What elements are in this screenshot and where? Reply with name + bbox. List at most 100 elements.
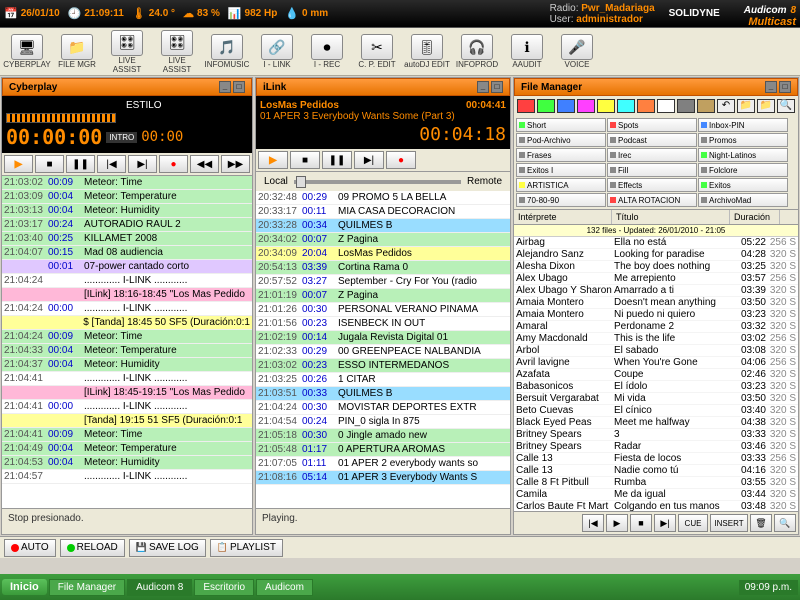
file-row[interactable]: Alesha DixonThe boy does nothing03:25320… [514,261,798,273]
category-fill[interactable]: Fill [607,163,697,177]
fm-tool-icon[interactable]: 🔍 [777,99,795,113]
category-frases[interactable]: Frases [516,148,606,162]
schedule-row[interactable]: 21:03:0900:04Meteor: Temperature [2,190,252,204]
schedule-row[interactable]: 21:04:0700:15Mad 08 audiencia [2,246,252,260]
file-row[interactable]: BabasonicosEl ídolo03:23320 S [514,381,798,393]
start-button[interactable]: Inicio [2,579,47,595]
color-swatch[interactable] [597,99,615,113]
schedule-row[interactable]: 21:03:4000:25KILLAMET 2008 [2,232,252,246]
tool-aaudit[interactable]: ℹAAUDIT [504,34,550,69]
file-row[interactable]: Carlos Baute Ft MartColgando en tus mano… [514,501,798,511]
playlist-row[interactable]: 21:03:5100:33QUILMES B [256,387,510,401]
tool-liveassist[interactable]: 🎛LIVE ASSIST [104,30,150,74]
max-button[interactable]: □ [233,81,245,93]
stop-button[interactable]: ■ [290,151,320,169]
max-button[interactable]: □ [779,81,791,93]
tool-autodjedit[interactable]: 🎚autoDJ EDIT [404,34,450,69]
category-spots[interactable]: Spots [607,118,697,132]
playlist-button[interactable]: 📋PLAYLIST [210,539,283,557]
rec-button[interactable]: ● [159,155,188,173]
category-folclore[interactable]: Folclore [698,163,788,177]
fm-prev-button[interactable]: |◀ [582,514,604,532]
playlist-row[interactable]: 21:03:2500:261 CITAR [256,373,510,387]
prev-button[interactable]: |◀ [97,155,126,173]
tool-infomusic[interactable]: 🎵INFOMUSIC [204,34,250,69]
playlist-row[interactable]: 21:07:0501:1101 APER 2 everybody wants s… [256,457,510,471]
color-swatch[interactable] [637,99,655,113]
file-row[interactable]: Calle 8 Ft PitbullRumba03:55320 S [514,477,798,489]
cue-button[interactable]: CUE [678,514,708,532]
schedule-row[interactable]: [ILink] 18:16-18:45 "Los Mas Pedido [2,288,252,302]
playlist-row[interactable]: 21:05:4801:170 APERTURA AROMAS [256,443,510,457]
taskbar-task[interactable]: Audicom 8 [127,579,192,596]
max-button[interactable]: □ [491,81,503,93]
tool-infoprod[interactable]: 🎧INFOPROD [454,34,500,69]
pause-button[interactable]: ❚❚ [322,151,352,169]
crossfade-slider[interactable]: Local Remote [256,172,510,191]
fm-tool-icon[interactable]: 📁 [737,99,755,113]
category-short[interactable]: Short [516,118,606,132]
playlist-row[interactable]: 21:08:1605:1401 APER 3 Everybody Wants S [256,471,510,485]
system-tray-clock[interactable]: 09:09 p.m. [739,580,798,595]
fm-next-button[interactable]: ▶| [654,514,676,532]
file-row[interactable]: Amaia MonteroNi puedo ni quiero03:23320 … [514,309,798,321]
tool-liveassist[interactable]: 🎛LIVE ASSIST [154,30,200,74]
file-row[interactable]: Alejandro SanzLooking for paradise04:283… [514,249,798,261]
color-swatch[interactable] [617,99,635,113]
pause-button[interactable]: ❚❚ [66,155,95,173]
tool-cyberplay[interactable]: 🖥CYBERPLAY [4,34,50,69]
file-row[interactable]: Bersuit VergarabatMi vida03:50320 S [514,393,798,405]
tool-filemgr[interactable]: 📁FILE MGR [54,34,100,69]
min-button[interactable]: _ [477,81,489,93]
min-button[interactable]: _ [219,81,231,93]
auto-button[interactable]: AUTO [4,539,56,557]
playlist-row[interactable]: 20:34:0200:07Z Pagina [256,233,510,247]
fm-stop-button[interactable]: ■ [630,514,652,532]
file-row[interactable]: Avril lavigneWhen You're Gone04:06256 S [514,357,798,369]
playlist-row[interactable]: 21:01:1900:07Z Pagina [256,289,510,303]
playlist-row[interactable]: 21:02:3300:2900 GREENPEACE NALBANDIA [256,345,510,359]
schedule-row[interactable]: 21:03:0200:09Meteor: Time [2,176,252,190]
schedule-row[interactable]: 21:04:5300:04Meteor: Humidity [2,456,252,470]
playlist-row[interactable]: 21:03:0200:23ESSO INTERMEDANOS [256,359,510,373]
schedule-row[interactable]: [ILink] 18:45-19:15 "Los Mas Pedido [2,386,252,400]
schedule-row[interactable]: 21:04:2400:00............. I-LINK ......… [2,302,252,316]
insert-button[interactable]: INSERT [710,514,748,532]
schedule-row[interactable]: 21:04:41............. I-LINK ...........… [2,372,252,386]
color-swatch[interactable] [557,99,575,113]
file-row[interactable]: Britney Spears303:33320 S [514,429,798,441]
playlist-row[interactable]: 20:32:4800:2909 PROMO 5 LA BELLA [256,191,510,205]
file-row[interactable]: AmaralPerdoname 203:32320 S [514,321,798,333]
file-row[interactable]: Alex Ubago Y SharonAmarrado a ti03:39320… [514,285,798,297]
taskbar-task[interactable]: Escritorio [194,579,254,596]
min-button[interactable]: _ [765,81,777,93]
playlist-row[interactable]: 21:04:2400:30MOVISTAR DEPORTES EXTR [256,401,510,415]
file-row[interactable]: AirbagElla no está05:22256 S [514,237,798,249]
category-irec[interactable]: Irec [607,148,697,162]
schedule-row[interactable]: 21:04:4100:00............. I-LINK ......… [2,400,252,414]
category-exitosi[interactable]: Exitos I [516,163,606,177]
stop-button[interactable]: ■ [35,155,64,173]
playlist-row[interactable]: 21:01:5600:23ISENBECK IN OUT [256,317,510,331]
tool-cpedit[interactable]: ✂C. P. EDIT [354,34,400,69]
color-swatch[interactable] [537,99,555,113]
schedule-row[interactable]: 21:04:57............. I-LINK ...........… [2,470,252,484]
schedule-row[interactable]: 21:04:3700:04Meteor: Humidity [2,358,252,372]
category-[interactable]: 70-80-90 [516,193,606,207]
file-list[interactable]: AirbagElla no está05:22256 SAlejandro Sa… [514,237,798,511]
schedule-row[interactable]: 21:04:3300:04Meteor: Temperature [2,344,252,358]
schedule-row[interactable]: [Tanda] 19:15 51 SF5 (Duración:0:1 [2,414,252,428]
file-row[interactable]: Amy MacdonaldThis is the life03:02256 S [514,333,798,345]
file-table-header[interactable]: Intérprete Título Duración [514,209,798,225]
category-exitos[interactable]: Exitos [698,178,788,192]
category-inboxpin[interactable]: Inbox-PIN [698,118,788,132]
category-promos[interactable]: Promos [698,133,788,147]
next-button[interactable]: ▶| [128,155,157,173]
schedule-row[interactable]: 21:04:24............. I-LINK ...........… [2,274,252,288]
file-row[interactable]: Calle 13Nadie como tú04:16320 S [514,465,798,477]
cyberplay-schedule[interactable]: 21:03:0200:09Meteor: Time21:03:0900:04Me… [2,176,252,508]
playlist-row[interactable]: 20:34:0920:04LosMas Pedidos [256,247,510,261]
schedule-row[interactable]: 21:03:1700:24AUTORADIO RAUL 2 [2,218,252,232]
color-swatch[interactable] [577,99,595,113]
file-row[interactable]: AzafataCoupe02:46320 S [514,369,798,381]
